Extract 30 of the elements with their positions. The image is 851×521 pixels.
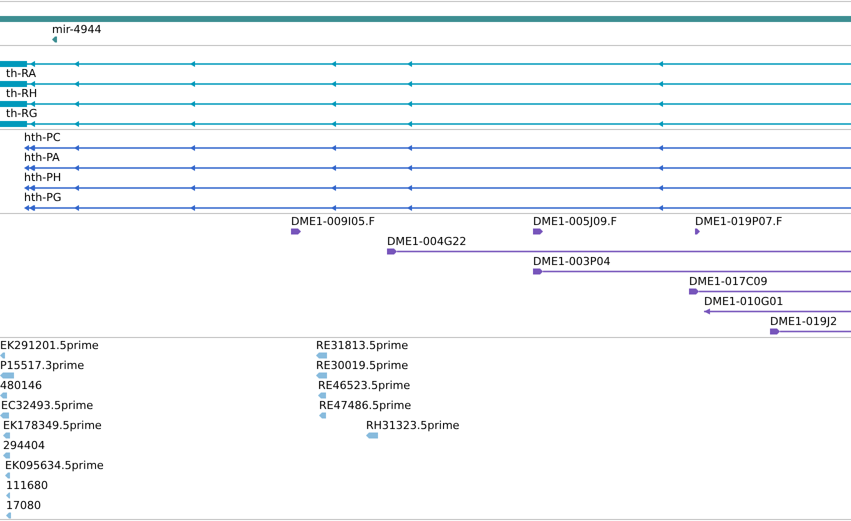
feature-label: RE31813.5prime: [316, 340, 408, 352]
feature-label: 111680: [6, 480, 48, 492]
feature-label: RH31323.5prime: [366, 420, 460, 432]
feature-label: 17080: [6, 500, 41, 512]
feature-label: RE47486.5prime: [319, 400, 412, 412]
feature-label: P15517.3prime: [0, 360, 84, 372]
feature-label: DME1-003P04: [533, 256, 611, 268]
feature-label: hth-PH: [24, 172, 62, 184]
feature-label: hth-PA: [24, 152, 60, 164]
feature-label: DME1-009I05.F: [291, 216, 375, 228]
feature-label: th-RG: [6, 108, 38, 120]
feature-label: EK178349.5prime: [3, 420, 102, 432]
feature-label: mir-4944: [52, 24, 102, 36]
feature-label: th-RA: [6, 68, 36, 80]
feature-label: RE46523.5prime: [318, 380, 410, 392]
feature-label: EC32493.5prime: [1, 400, 94, 412]
feature-label: 294404: [3, 440, 45, 452]
feature-label: DME1-005J09.F: [533, 216, 617, 228]
feature-label: DME1-004G22: [387, 236, 466, 248]
feature-label: EK095634.5prime: [5, 460, 104, 472]
feature-label: hth-PC: [24, 132, 61, 144]
feature-label: 480146: [0, 380, 42, 392]
feature-label: DME1-019J2: [770, 316, 838, 328]
feature-label: RE30019.5prime: [316, 360, 408, 372]
feature-label: DME1-019P07.F: [695, 216, 782, 228]
feature-label: hth-PG: [24, 192, 62, 204]
feature-label: DME1-017C09: [689, 276, 768, 288]
feature-label: th-RH: [6, 88, 38, 100]
feature-label: DME1-010G01: [704, 296, 784, 308]
feature-label: EK291201.5prime: [0, 340, 99, 352]
